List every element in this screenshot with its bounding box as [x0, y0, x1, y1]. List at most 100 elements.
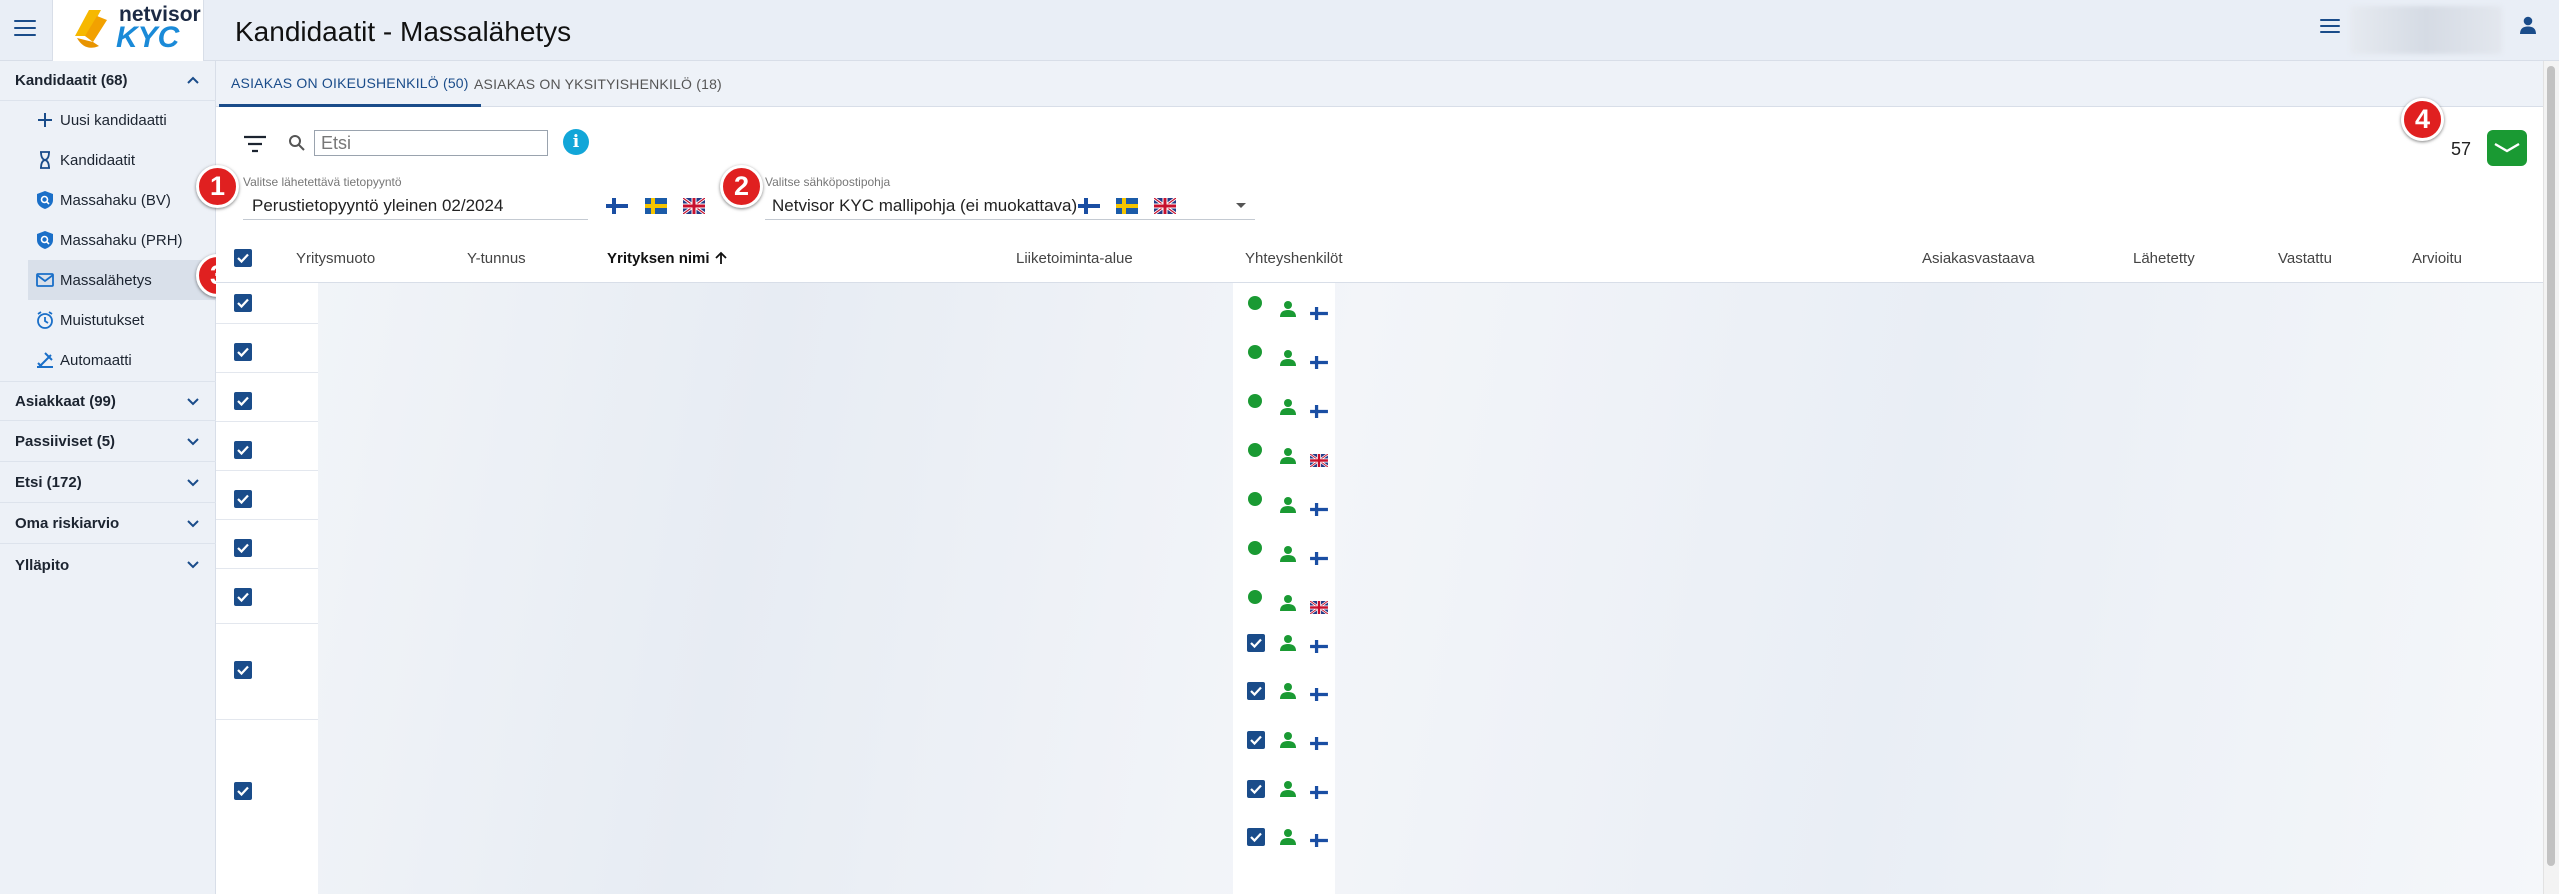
- scrollbar-thumb[interactable]: [2547, 66, 2555, 866]
- tab-yksityishenkilo[interactable]: ASIAKAS ON YKSITYISHENKILÖ (18): [462, 61, 734, 107]
- contact-person[interactable]: [1279, 731, 1297, 754]
- column-header-yrityksen-nimi[interactable]: Yrityksen nimi: [607, 250, 728, 267]
- sweden-flag-icon[interactable]: [645, 198, 667, 214]
- filter-button[interactable]: [243, 134, 267, 159]
- sidebar-item-muistutukset[interactable]: Muistutukset: [0, 300, 216, 340]
- request-select[interactable]: Perustietopyyntö yleinen 02/2024: [252, 196, 503, 216]
- checkmark-icon: [237, 543, 249, 554]
- contact-language-flag: [1310, 685, 1328, 706]
- contact-checkbox[interactable]: [1247, 682, 1265, 700]
- contact-person[interactable]: [1279, 828, 1297, 851]
- contact-checkbox[interactable]: [1247, 780, 1265, 798]
- finland-flag-icon[interactable]: [1078, 198, 1100, 214]
- column-header-yritysmuoto[interactable]: Yritysmuoto: [296, 250, 375, 267]
- row-checkbox[interactable]: [234, 490, 252, 508]
- sidebar-group-kandidaatit[interactable]: Kandidaatit (68): [0, 61, 216, 101]
- row-checkbox[interactable]: [234, 294, 252, 312]
- info-icon[interactable]: i: [563, 129, 589, 155]
- status-dot: [1248, 394, 1262, 408]
- uk-flag-icon: [1309, 453, 1329, 468]
- row-checkbox[interactable]: [234, 661, 252, 679]
- checkmark-icon: [1250, 638, 1262, 649]
- sweden-flag-icon[interactable]: [1116, 198, 1138, 214]
- column-header-asiakasvastaava[interactable]: Asiakasvastaava: [1922, 250, 2035, 267]
- column-header-lahetetty[interactable]: Lähetetty: [2133, 250, 2195, 267]
- send-mail-button[interactable]: [2487, 130, 2527, 166]
- list-menu-button[interactable]: [2320, 19, 2340, 33]
- annotation-badge-2: 2: [720, 165, 763, 208]
- sidebar-item-massahaku-bv[interactable]: Massahaku (BV): [0, 180, 216, 220]
- contact-checkbox[interactable]: [1247, 828, 1265, 846]
- search-icon: [289, 135, 305, 151]
- sidebar-item-massahaku-prh[interactable]: Massahaku (PRH): [0, 220, 216, 260]
- sidebar-group-label: Etsi (172): [15, 474, 82, 491]
- mail-icon: [36, 273, 54, 287]
- sidebar-group-asiakkaat[interactable]: Asiakkaat (99): [0, 381, 216, 421]
- sidebar-group-yllapito[interactable]: Ylläpito: [0, 545, 216, 585]
- person-icon: [1280, 829, 1296, 845]
- contact-person[interactable]: [1279, 545, 1297, 568]
- person-icon: [1280, 399, 1296, 415]
- dropdown-arrow-icon[interactable]: [1234, 200, 1248, 210]
- contact-checkbox[interactable]: [1247, 634, 1265, 652]
- person-icon: [1280, 448, 1296, 464]
- contact-language-flag: [1310, 734, 1328, 755]
- contact-person[interactable]: [1279, 447, 1297, 470]
- contact-person[interactable]: [1279, 398, 1297, 421]
- row-checkbox[interactable]: [234, 441, 252, 459]
- tab-bar: ASIAKAS ON OIKEUSHENKILÖ (50) ASIAKAS ON…: [216, 61, 2543, 107]
- account-button[interactable]: [2518, 15, 2538, 40]
- row-checkbox[interactable]: [234, 782, 252, 800]
- contact-person[interactable]: [1279, 496, 1297, 519]
- column-header-arvioitu[interactable]: Arvioitu: [2412, 250, 2462, 267]
- sidebar-item-kandidaatit[interactable]: Kandidaatit: [0, 140, 216, 180]
- contact-person[interactable]: [1279, 780, 1297, 803]
- sidebar-group-label: Asiakkaat (99): [15, 392, 116, 410]
- finland-flag-icon: [1310, 640, 1328, 653]
- sidebar-group-label: Passiiviset (5): [15, 433, 116, 450]
- sidebar-group-passiiviset[interactable]: Passiiviset (5): [0, 422, 216, 462]
- row-checkbox[interactable]: [234, 392, 252, 410]
- contact-checkbox[interactable]: [1247, 731, 1265, 749]
- sidebar-group-label: Oma riskiarvio: [15, 515, 120, 532]
- kyc-logo-icon: [75, 10, 107, 48]
- uk-flag-icon[interactable]: [683, 198, 705, 214]
- sidebar-group-oma-riskiarvio[interactable]: Oma riskiarvio: [0, 504, 216, 544]
- column-header-y-tunnus[interactable]: Y-tunnus: [467, 250, 526, 267]
- column-header-yhteyshenkilot[interactable]: Yhteyshenkilöt: [1245, 250, 1343, 267]
- user-info: [2350, 6, 2502, 54]
- status-dot: [1248, 590, 1262, 604]
- contact-person[interactable]: [1279, 634, 1297, 657]
- row-checkbox[interactable]: [234, 343, 252, 361]
- uk-flag-icon[interactable]: [1154, 198, 1176, 214]
- row-checkbox[interactable]: [234, 588, 252, 606]
- template-select-label: Valitse sähköpostipohja: [765, 175, 891, 189]
- contact-language-flag: [1310, 831, 1328, 852]
- checkmark-icon: [237, 592, 249, 603]
- shield-search-icon: [37, 191, 53, 209]
- contact-person[interactable]: [1279, 594, 1297, 617]
- sidebar-item-automaatti[interactable]: Automaatti: [0, 340, 216, 380]
- contact-language-flag: [1310, 500, 1328, 521]
- contact-person[interactable]: [1279, 300, 1297, 323]
- sidebar-group-etsi[interactable]: Etsi (172): [0, 463, 216, 503]
- chevron-down-icon: [187, 561, 199, 569]
- contact-person[interactable]: [1279, 349, 1297, 372]
- column-header-vastattu[interactable]: Vastattu: [2278, 250, 2332, 267]
- finland-flag-icon[interactable]: [606, 198, 628, 214]
- template-select[interactable]: Netvisor KYC mallipohja (ei muokattava): [772, 196, 1077, 216]
- contact-person[interactable]: [1279, 682, 1297, 705]
- column-header-liiketoiminta-alue[interactable]: Liiketoiminta-alue: [1016, 250, 1133, 267]
- search-input[interactable]: [314, 130, 548, 156]
- annotation-badge-1: 1: [196, 165, 239, 208]
- logo[interactable]: netvisor KYC: [52, 0, 204, 61]
- row-checkbox[interactable]: [234, 539, 252, 557]
- sidebar-item-uusi-kandidaatti[interactable]: Uusi kandidaatti: [0, 100, 216, 140]
- sidebar-item-massalahetys[interactable]: Massalähetys: [28, 260, 216, 300]
- status-dot: [1248, 345, 1262, 359]
- hourglass-icon: [40, 151, 50, 169]
- select-all-checkbox[interactable]: [234, 249, 252, 267]
- tab-oikeushenkilo[interactable]: ASIAKAS ON OIKEUSHENKILÖ (50): [219, 61, 481, 107]
- sidebar-item-label: Massalähetys: [60, 271, 152, 289]
- menu-button[interactable]: [14, 20, 36, 36]
